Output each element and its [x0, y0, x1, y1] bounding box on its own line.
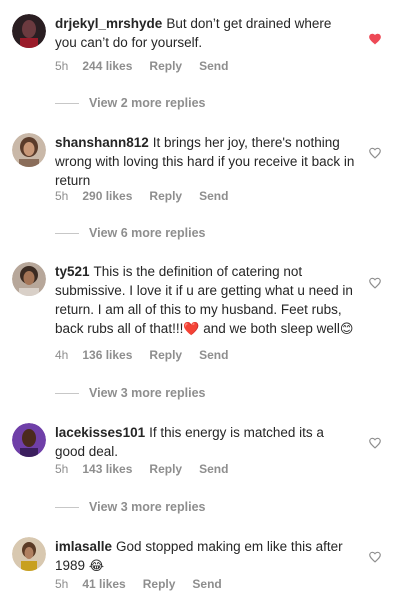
heart-emoji: ❤️ [183, 321, 200, 336]
comment-meta: 5h 290 likes Reply Send [55, 189, 245, 203]
comment-meta: 5h 41 likes Reply Send [55, 577, 239, 591]
avatar[interactable] [12, 423, 46, 457]
reply-button[interactable]: Reply [149, 462, 182, 476]
comment-time: 5h [55, 577, 69, 591]
likes-count[interactable]: 136 likes [82, 348, 132, 362]
view-replies-button[interactable]: View 6 more replies [55, 226, 206, 240]
send-button[interactable]: Send [192, 577, 221, 591]
comment-time: 5h [55, 189, 69, 203]
view-replies-button[interactable]: View 3 more replies [55, 386, 206, 400]
comment-meta: 4h 136 likes Reply Send [55, 348, 245, 362]
heart-filled-icon[interactable] [368, 32, 382, 46]
comment-text: drjekyl_mrshyde But don’t get drained whe… [55, 16, 332, 50]
avatar[interactable] [12, 262, 46, 296]
send-button[interactable]: Send [199, 189, 228, 203]
reply-button[interactable]: Reply [149, 59, 182, 73]
comment-username[interactable]: drjekyl_mrshyde [55, 16, 162, 31]
likes-count[interactable]: 244 likes [82, 59, 132, 73]
likes-count[interactable]: 41 likes [82, 577, 125, 591]
laughing-emoji: 😂 [88, 558, 105, 573]
view-replies-button[interactable]: View 3 more replies [55, 500, 206, 514]
view-replies-button[interactable]: View 2 more replies [55, 96, 206, 110]
heart-outline-icon[interactable] [368, 436, 382, 450]
comment-text: shanshann812 It brings her joy, there's n… [55, 135, 355, 188]
comment-time: 5h [55, 462, 69, 476]
send-button[interactable]: Send [199, 462, 228, 476]
comment-username[interactable]: shanshann812 [55, 135, 149, 150]
comment-time: 4h [55, 348, 69, 362]
likes-count[interactable]: 143 likes [82, 462, 132, 476]
comment-time: 5h [55, 59, 69, 73]
avatar[interactable] [12, 133, 46, 167]
comment-username[interactable]: ty521 [55, 264, 90, 279]
smile-emoji: 😊 [339, 321, 354, 336]
reply-button[interactable]: Reply [143, 577, 176, 591]
comment-username[interactable]: lacekisses101 [55, 425, 145, 440]
comment-meta: 5h 143 likes Reply Send [55, 462, 245, 476]
divider [55, 506, 79, 508]
comment-text: ty521 This is the definition of catering … [55, 264, 354, 336]
send-button[interactable]: Send [199, 348, 228, 362]
heart-outline-icon[interactable] [368, 276, 382, 290]
comment-meta: 5h 244 likes Reply Send [55, 59, 245, 73]
avatar[interactable] [12, 14, 46, 48]
comment-text: imlasalle God stopped making em like this… [55, 539, 343, 573]
send-button[interactable]: Send [199, 59, 228, 73]
divider [55, 102, 79, 104]
reply-button[interactable]: Reply [149, 189, 182, 203]
avatar[interactable] [12, 537, 46, 571]
comment-text: lacekisses101 If this energy is matched i… [55, 425, 324, 459]
reply-button[interactable]: Reply [149, 348, 182, 362]
divider [55, 392, 79, 394]
comment-username[interactable]: imlasalle [55, 539, 112, 554]
heart-outline-icon[interactable] [368, 550, 382, 564]
divider [55, 232, 79, 234]
heart-outline-icon[interactable] [368, 146, 382, 160]
likes-count[interactable]: 290 likes [82, 189, 132, 203]
